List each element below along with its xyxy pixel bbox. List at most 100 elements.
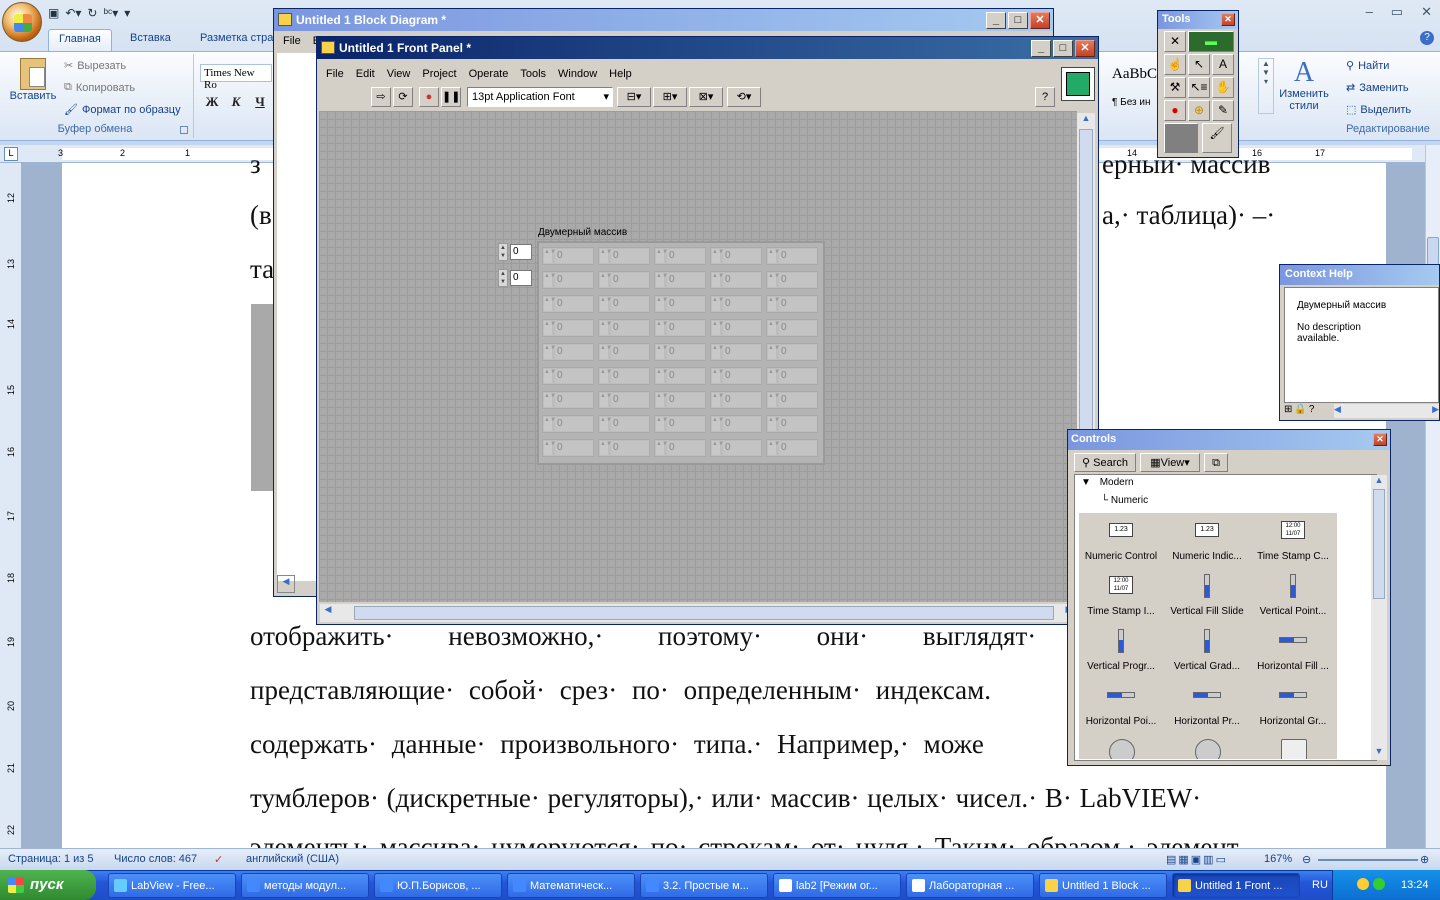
format-painter-button[interactable]: 🖌 Формат по образцу (64, 103, 181, 117)
maximize-button[interactable]: □ (1053, 40, 1073, 57)
italic-button[interactable]: К (226, 94, 246, 112)
tools-palette[interactable]: Tools ✕ ✕ ▬ ☝ ↖ A ⚒ ↖≡ ✋ ● ⊕ ✎ 🖌 (1157, 10, 1239, 158)
array-element-value[interactable]: 0 (667, 345, 705, 359)
array-element[interactable]: ▲▼ 0 (598, 271, 650, 289)
bold-button[interactable]: Ж (202, 94, 222, 112)
array-element-value[interactable]: 0 (667, 273, 705, 287)
increment-arrows-icon[interactable]: ▲▼ (544, 393, 556, 407)
language-indicator[interactable]: английский (США) (246, 853, 339, 865)
menu-view[interactable]: View (381, 65, 417, 83)
zoom-slider[interactable] (1318, 859, 1418, 861)
array-element[interactable]: ▲▼ 0 (542, 247, 594, 265)
array-element-value[interactable]: 0 (667, 297, 705, 311)
help-toolbar-icons[interactable]: ⊞🔒? (1284, 404, 1316, 415)
array-element[interactable]: ▲▼ 0 (710, 391, 762, 409)
change-styles-button[interactable]: A Изменить стили (1276, 58, 1332, 113)
increment-arrows-icon[interactable]: ▲▼ (544, 273, 556, 287)
increment-arrows-icon[interactable]: ▲▼ (656, 321, 668, 335)
increment-arrows-icon[interactable]: ▲▼ (656, 249, 668, 263)
knob-icon[interactable] (1109, 739, 1135, 759)
styles-scroll[interactable]: ▲ ▼ ▾ (1258, 58, 1274, 114)
close-button[interactable]: ✕ (1221, 13, 1235, 26)
position-arrow-icon[interactable]: ↖ (1188, 54, 1210, 75)
array-element[interactable]: ▲▼ 0 (542, 415, 594, 433)
controls-palette[interactable]: Controls ✕ ⚲ Search ▦View▾ ⧉ ▼ Modern └ N… (1067, 429, 1391, 766)
language-bar[interactable]: RU (1312, 879, 1328, 891)
horizontal-scrollbar[interactable]: ◀ ▶ (320, 604, 1077, 622)
search-button[interactable]: ⚲ Search (1074, 453, 1136, 472)
taskbar-item[interactable]: Математическ... (507, 873, 635, 898)
array-element-value[interactable]: 0 (555, 369, 593, 383)
array-element-value[interactable]: 0 (555, 297, 593, 311)
increment-arrows-icon[interactable]: ▲▼ (768, 369, 780, 383)
array-element-value[interactable]: 0 (723, 417, 761, 431)
run-arrow-icon[interactable]: ⇨ (371, 87, 391, 107)
array-element[interactable]: ▲▼ 0 (710, 343, 762, 361)
connect-wire-icon[interactable]: ⚒ (1164, 77, 1186, 98)
array-element[interactable]: ▲▼ 0 (710, 247, 762, 265)
get-color-icon[interactable]: ✎ (1212, 100, 1234, 121)
front-panel-titlebar[interactable]: Untitled 1 Front Panel * _ □ ✕ (317, 37, 1098, 59)
array-element-value[interactable]: 0 (667, 417, 705, 431)
increment-arrows-icon[interactable]: ▲▼ (498, 243, 508, 261)
column-index-control[interactable]: ▲ ▼ 0 (498, 269, 534, 287)
array-element-value[interactable]: 0 (779, 393, 817, 407)
block-diagram-titlebar[interactable]: Untitled 1 Block Diagram * _ □ ✕ (274, 9, 1053, 31)
increment-arrows-icon[interactable]: ▲▼ (712, 417, 724, 431)
increment-arrows-icon[interactable]: ▲▼ (600, 441, 612, 455)
increment-arrows-icon[interactable]: ▲▼ (600, 249, 612, 263)
array-element-value[interactable]: 0 (611, 393, 649, 407)
scroll-thumb[interactable] (1373, 489, 1385, 599)
increment-arrows-icon[interactable]: ▲▼ (544, 321, 556, 335)
array-element-value[interactable]: 0 (779, 321, 817, 335)
array-element-value[interactable]: 0 (611, 249, 649, 263)
scroll-left-icon[interactable]: ◀ (320, 604, 336, 622)
shortcut-menu-icon[interactable]: ↖≡ (1188, 77, 1210, 98)
increment-arrows-icon[interactable]: ▲▼ (544, 417, 556, 431)
palette-item[interactable]: 1.23 Numeric Indic... (1165, 513, 1249, 568)
dialog-launcher-icon[interactable] (180, 126, 188, 134)
palette-item[interactable]: Vertical Point... (1251, 568, 1335, 623)
array-element-value[interactable]: 0 (555, 441, 593, 455)
array-element[interactable]: ▲▼ 0 (766, 319, 818, 337)
palette-options-icon[interactable]: ⧉ (1204, 453, 1228, 472)
menu-file[interactable]: File (320, 65, 350, 83)
array-element[interactable]: ▲▼ 0 (710, 367, 762, 385)
row-index-value[interactable]: 0 (510, 244, 532, 260)
increment-arrows-icon[interactable]: ▲▼ (656, 369, 668, 383)
array-element-value[interactable]: 0 (723, 393, 761, 407)
copy-button[interactable]: ⧉ Копировать (64, 81, 135, 94)
array-element-value[interactable]: 0 (779, 273, 817, 287)
array-element[interactable]: ▲▼ 0 (598, 295, 650, 313)
array-element-value[interactable]: 0 (667, 321, 705, 335)
array-element-value[interactable]: 0 (667, 393, 705, 407)
palette-item[interactable]: Horizontal Pr... (1165, 678, 1249, 733)
array-element-value[interactable]: 0 (611, 441, 649, 455)
menu-window[interactable]: Window (552, 65, 603, 83)
pause-icon[interactable]: ❚❚ (441, 87, 461, 107)
resize-objects-icon[interactable]: ⊠▾ (689, 87, 723, 107)
palette-item[interactable]: Vertical Progr... (1079, 623, 1163, 678)
document-scrollbar[interactable] (1425, 145, 1440, 848)
page-count[interactable]: Страница: 1 из 5 (8, 853, 94, 865)
array-element[interactable]: ▲▼ 0 (654, 415, 706, 433)
array-element-value[interactable]: 0 (723, 441, 761, 455)
palette-item[interactable]: 1.23 Numeric Control (1079, 513, 1163, 568)
view-buttons[interactable]: ▤▦▣▥▭ (1166, 853, 1228, 866)
menu-tools[interactable]: Tools (514, 65, 552, 83)
close-button[interactable]: ✕ (1373, 433, 1387, 446)
zoom-level[interactable]: 167% (1264, 853, 1292, 865)
array-element[interactable]: ▲▼ 0 (542, 391, 594, 409)
view-button[interactable]: ▦View▾ (1140, 453, 1200, 472)
array-element-value[interactable]: 0 (723, 273, 761, 287)
context-help-window[interactable]: Context Help Двумерный массив No descrip… (1279, 264, 1440, 421)
scroll-up-icon[interactable]: ▲ (1371, 475, 1387, 489)
maximize-button[interactable]: □ (1008, 12, 1028, 29)
array-element-value[interactable]: 0 (779, 369, 817, 383)
array-element-value[interactable]: 0 (723, 297, 761, 311)
array-element[interactable]: ▲▼ 0 (542, 295, 594, 313)
menu-file[interactable]: File (277, 32, 307, 50)
close-button[interactable]: ✕ (1030, 12, 1050, 29)
array-element-value[interactable]: 0 (555, 249, 593, 263)
array-element-value[interactable]: 0 (779, 249, 817, 263)
